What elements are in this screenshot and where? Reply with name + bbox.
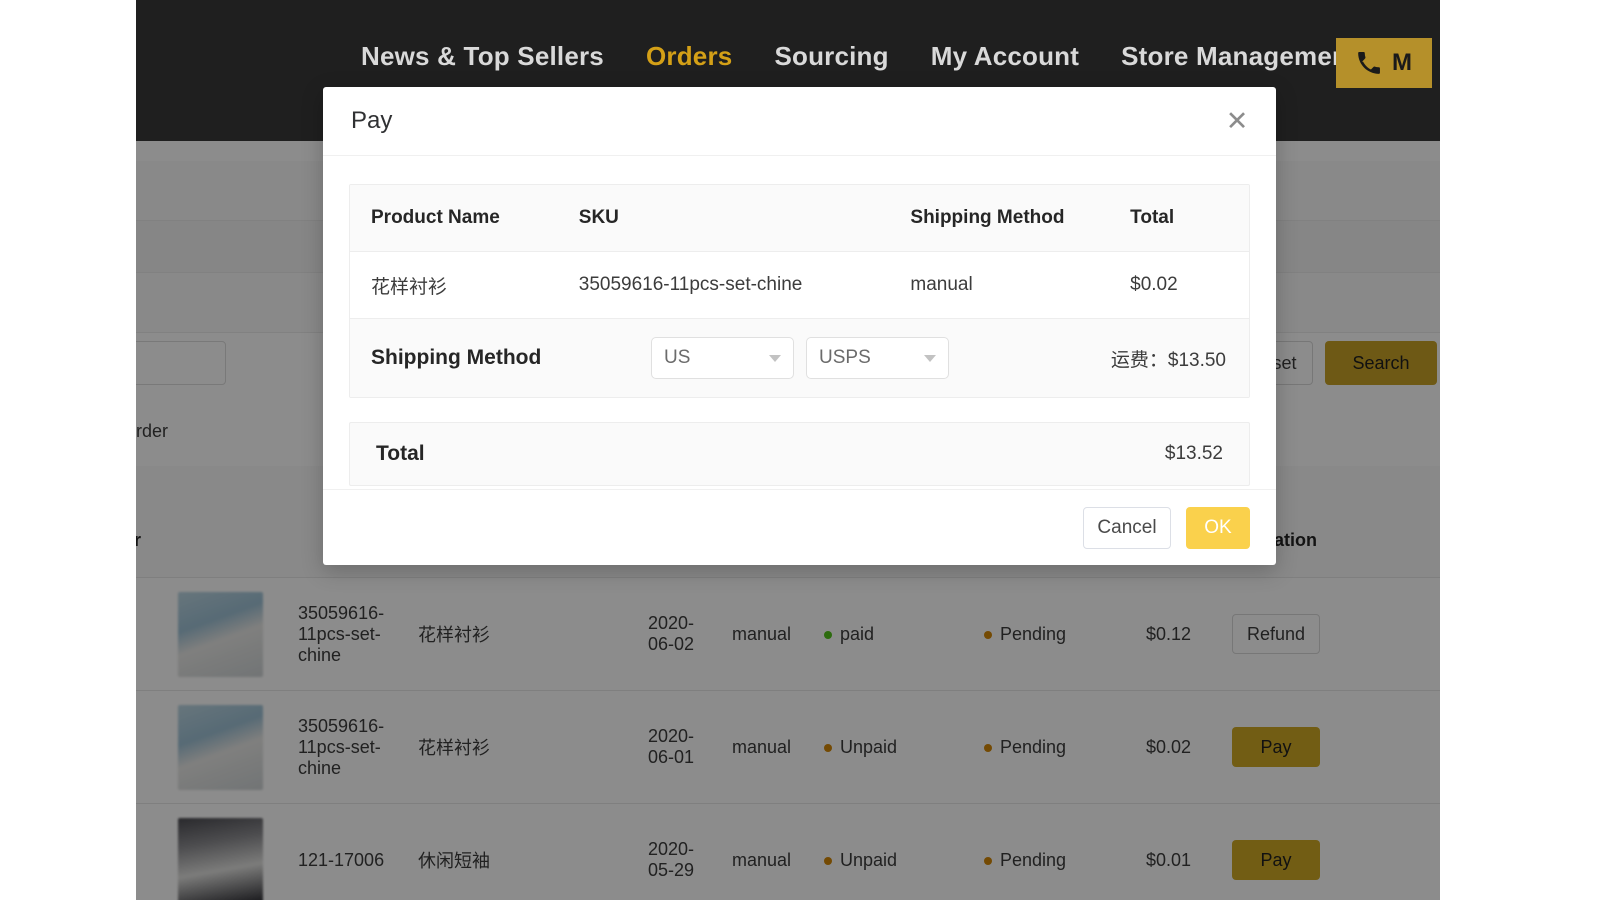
order-total-label: Total (350, 442, 425, 466)
phone-icon (1356, 50, 1382, 76)
cell-product-name: 花样衬衫 (412, 621, 642, 647)
contact-phone-button[interactable]: M (1336, 38, 1432, 88)
modal-body: Product Name SKU Shipping Method Total 花… (323, 156, 1276, 486)
chevron-down-icon (769, 355, 781, 362)
cell-shipping-method: manual (726, 737, 818, 758)
modal-footer: Cancel OK (323, 489, 1276, 565)
header-sku: SKU (558, 207, 890, 229)
country-select[interactable]: US (651, 337, 794, 379)
table-row[interactable]: 13 35059616-11pcs-set-chine 花样衬衫 2020-06… (136, 578, 1440, 691)
cell-date: 2020-05-29 (642, 839, 726, 881)
pay-item-row: 花样衬衫 35059616-11pcs-set-chine manual $0.… (350, 252, 1249, 319)
item-sku: 35059616-11pcs-set-chine (558, 274, 890, 296)
order-total-row: Total $13.52 (349, 422, 1250, 486)
filter-text-input[interactable] (136, 341, 226, 385)
search-button[interactable]: Search (1325, 341, 1437, 385)
status-dot-paid (824, 631, 832, 639)
cell-order-status: Pending (978, 737, 1140, 758)
cell-sku: 35059616-11pcs-set-chine (292, 603, 412, 666)
product-thumbnail (178, 705, 263, 790)
cell-product-image (172, 592, 292, 677)
item-product-name: 花样衬衫 (350, 272, 558, 299)
cell-operation: Pay (1226, 840, 1366, 880)
cancel-button[interactable]: Cancel (1083, 507, 1171, 549)
carrier-select[interactable]: USPS (806, 337, 949, 379)
carrier-select-value: USPS (819, 347, 924, 369)
nav-menu: News & Top Sellers Orders Sourcing My Ac… (361, 41, 1357, 72)
table-row[interactable]: 12 35059616-11pcs-set-chine 花样衬衫 2020-06… (136, 691, 1440, 804)
cell-order-status: Pending (978, 850, 1140, 871)
cell-order-number: 13 (136, 624, 172, 645)
nav-item-news-top-sellers[interactable]: News & Top Sellers (361, 41, 604, 72)
order-status-label: Pending (1000, 850, 1066, 870)
order-status-label: Pending (1000, 737, 1066, 757)
header-total: Total (1109, 207, 1249, 229)
table-row[interactable]: 11 121-17006 休闲短袖 2020-05-29 manual Unpa… (136, 804, 1440, 900)
pay-button[interactable]: Pay (1232, 727, 1320, 767)
status-dot-pending (984, 631, 992, 639)
cell-order-status: Pending (978, 624, 1140, 645)
cell-shipping-method: manual (726, 850, 818, 871)
ok-button[interactable]: OK (1186, 507, 1250, 549)
cell-operation: Pay (1226, 727, 1366, 767)
cell-order-number: 11 (136, 850, 172, 871)
shipping-method-label: Shipping Method (350, 346, 651, 370)
item-shipping-method: manual (889, 274, 1109, 296)
status-dot-unpaid (824, 857, 832, 865)
modal-header: Pay ✕ (323, 87, 1276, 156)
column-order-number-line2: nber (136, 530, 141, 550)
refund-button[interactable]: Refund (1232, 614, 1320, 654)
nav-item-sourcing[interactable]: Sourcing (774, 41, 888, 72)
cell-total: $0.01 (1140, 850, 1226, 871)
shipping-method-row: Shipping Method US USPS 运费：$13.50 (350, 319, 1249, 397)
order-status-label: Pending (1000, 624, 1066, 644)
pay-items-table: Product Name SKU Shipping Method Total 花… (349, 184, 1250, 398)
product-thumbnail (178, 592, 263, 677)
shipping-fee: 运费：$13.50 (1111, 345, 1249, 372)
country-select-value: US (664, 347, 769, 369)
filter-order-label: Order (136, 421, 168, 442)
cell-product-image (172, 818, 292, 900)
status-dot-pending (984, 744, 992, 752)
payment-status-label: Unpaid (840, 850, 897, 870)
cell-product-image (172, 705, 292, 790)
payment-status-label: Unpaid (840, 737, 897, 757)
browser-viewport: News & Top Sellers Orders Sourcing My Ac… (136, 0, 1440, 900)
column-order-number: er nber (136, 509, 172, 551)
cell-payment-status: Unpaid (818, 850, 978, 871)
chevron-down-icon (924, 355, 936, 362)
nav-item-my-account[interactable]: My Account (931, 41, 1079, 72)
cell-product-name: 休闲短袖 (412, 847, 642, 873)
close-icon[interactable]: ✕ (1220, 104, 1254, 138)
cell-sku: 35059616-11pcs-set-chine (292, 716, 412, 779)
pay-items-table-header: Product Name SKU Shipping Method Total (350, 185, 1249, 252)
cell-total: $0.02 (1140, 737, 1226, 758)
cell-order-number: 12 (136, 737, 172, 758)
nav-item-store-management[interactable]: Store Management (1121, 41, 1357, 72)
contact-button-label: M (1392, 49, 1412, 77)
cell-date: 2020-06-02 (642, 613, 726, 655)
cell-sku: 121-17006 (292, 850, 412, 871)
header-shipping-method: Shipping Method (889, 207, 1109, 229)
status-dot-unpaid (824, 744, 832, 752)
nav-item-orders[interactable]: Orders (646, 41, 732, 72)
cell-operation: Refund (1226, 614, 1366, 654)
cell-product-name: 花样衬衫 (412, 734, 642, 760)
payment-status-label: paid (840, 624, 874, 644)
modal-title: Pay (351, 107, 392, 135)
cell-date: 2020-06-01 (642, 726, 726, 768)
product-thumbnail (178, 818, 263, 900)
pay-modal: Pay ✕ Product Name SKU Shipping Method T… (323, 87, 1276, 565)
cell-total: $0.12 (1140, 624, 1226, 645)
pay-button[interactable]: Pay (1232, 840, 1320, 880)
order-total-value: $13.52 (1165, 443, 1249, 465)
header-product-name: Product Name (350, 207, 558, 229)
status-dot-pending (984, 857, 992, 865)
cell-payment-status: paid (818, 624, 978, 645)
cell-payment-status: Unpaid (818, 737, 978, 758)
item-total: $0.02 (1109, 274, 1249, 296)
cell-shipping-method: manual (726, 624, 818, 645)
